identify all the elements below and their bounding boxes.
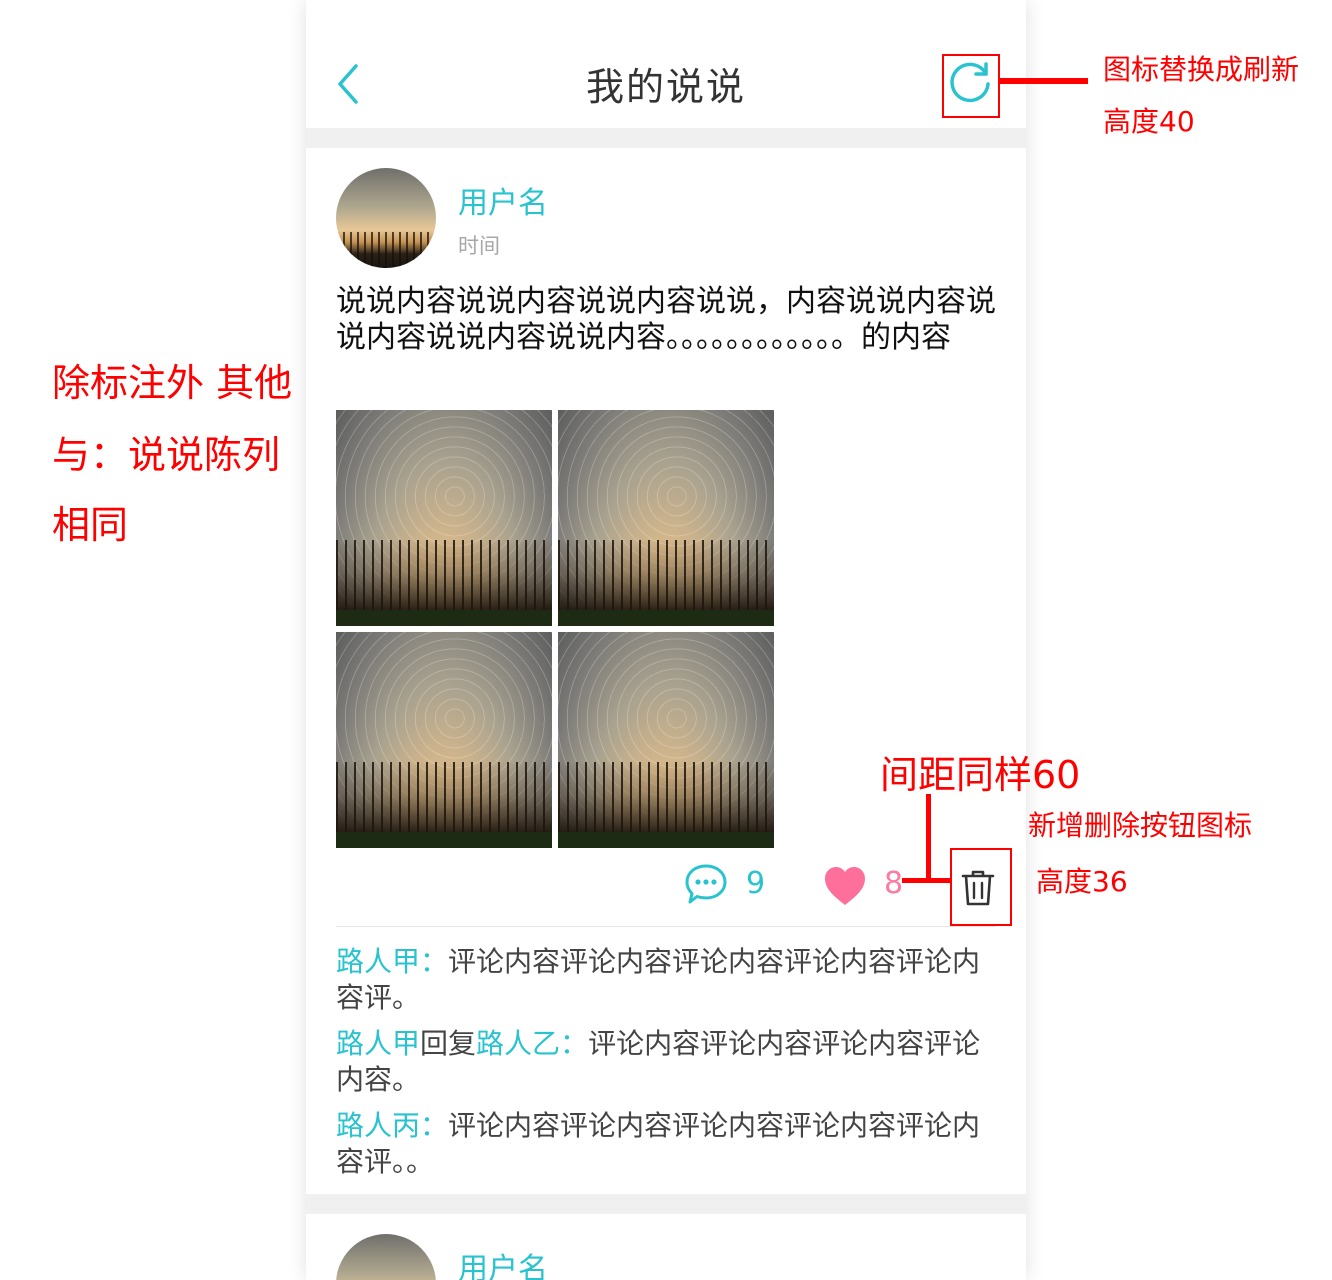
navigation-bar: 我的说说: [306, 0, 1026, 128]
spacing-pointer-line: [902, 878, 952, 883]
reply-word: 回复: [420, 1027, 477, 1060]
comment-separator: ：: [420, 945, 449, 978]
comment-author[interactable]: 路人甲: [336, 1027, 420, 1060]
avatar[interactable]: [336, 1234, 436, 1280]
app-screen: 我的说说 用户名 时间 说说内容说说内容说说内容说说，内容说说内容说说内容说说内…: [306, 0, 1026, 1280]
post-username[interactable]: 用户名: [458, 178, 548, 222]
comment-item: 路人甲回复路人乙：评论内容评论内容评论内容评论内容。: [336, 1026, 1006, 1098]
post-photo[interactable]: [558, 410, 774, 626]
post-content: 说说内容说说内容说说内容说说，内容说说内容说说内容说说内容说说内容。。。。。。。…: [336, 284, 996, 355]
comment-item: 路人丙：评论内容评论内容评论内容评论内容评论内容评。。: [336, 1108, 1006, 1180]
like-button[interactable]: [822, 864, 868, 908]
annotation-refresh-height: 高度40: [1103, 105, 1195, 138]
annotation-left-note: 与：说说陈列: [52, 433, 281, 477]
reply-target[interactable]: 路人乙: [476, 1027, 560, 1060]
annotation-left-note: 相同: [52, 503, 129, 547]
delete-highlight-box: [950, 848, 1012, 926]
like-count: 8: [884, 866, 904, 901]
annotation-left-note: 除标注外 其他: [52, 361, 293, 405]
post-photo[interactable]: [336, 632, 552, 848]
avatar[interactable]: [336, 168, 436, 268]
comment-count: 9: [746, 866, 766, 901]
comment-bubble-icon: [685, 864, 727, 904]
comment-separator: ：: [420, 1109, 449, 1142]
spacing-pointer-line: [926, 794, 931, 882]
comment-button[interactable]: [684, 862, 728, 906]
divider: [336, 926, 996, 927]
post-time: 时间: [458, 234, 500, 258]
post-photo[interactable]: [336, 410, 552, 626]
heart-icon: [825, 867, 865, 905]
comment-author[interactable]: 路人甲: [336, 945, 420, 978]
post-card: 用户名: [306, 1214, 1026, 1280]
page-title: 我的说说: [585, 65, 746, 109]
post-username[interactable]: 用户名: [458, 1244, 548, 1280]
comment-author[interactable]: 路人丙: [336, 1109, 420, 1142]
post-photo[interactable]: [558, 632, 774, 848]
annotation-refresh-note: 图标替换成刷新: [1103, 53, 1300, 86]
refresh-highlight-box: [942, 54, 1000, 118]
comment-separator: ：: [560, 1027, 589, 1060]
annotation-spacing-note: 间距同样60: [880, 753, 1081, 797]
annotation-delete-note: 新增删除按钮图标: [1028, 809, 1253, 842]
post-card: 用户名 时间 说说内容说说内容说说内容说说，内容说说内容说说内容说说内容说说内容…: [306, 148, 1026, 1194]
comment-item: 路人甲：评论内容评论内容评论内容评论内容评论内容评。: [336, 944, 1006, 1016]
annotation-delete-height: 高度36: [1036, 865, 1128, 898]
refresh-pointer-line: [1000, 78, 1088, 84]
